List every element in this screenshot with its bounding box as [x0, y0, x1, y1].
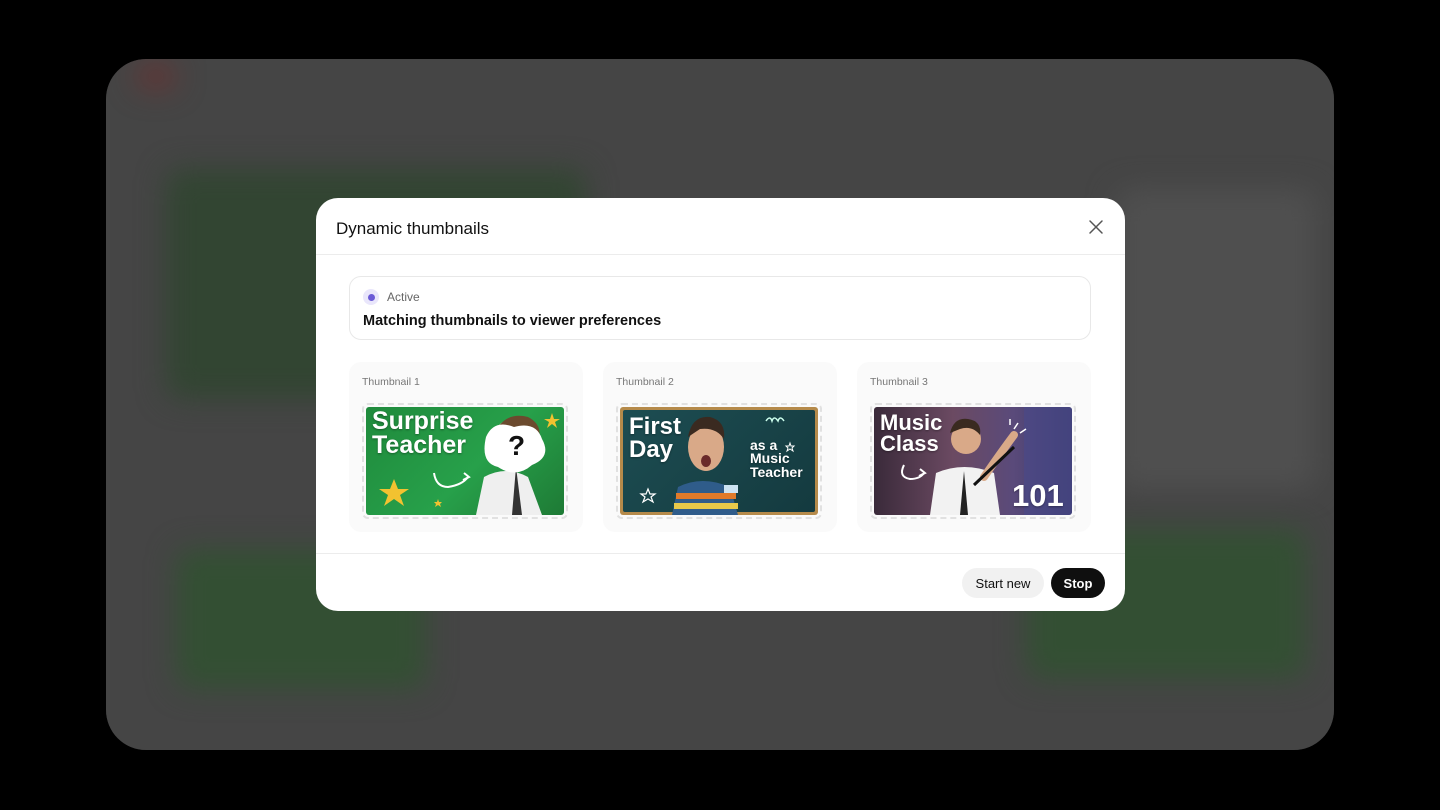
close-icon: [1089, 220, 1103, 234]
dialog-title: Dynamic thumbnails: [336, 219, 490, 238]
dynamic-thumbnails-dialog: Dynamic thumbnails Active Matching thumb…: [316, 198, 1125, 611]
thumbnail-card-2[interactable]: Thumbnail 2 First Day as a Music Teacher: [603, 362, 837, 532]
thumbnail-card-1[interactable]: Thumbnail 1 Surprise Teacher ?: [349, 362, 583, 532]
status-label: Active: [387, 290, 420, 304]
thumbnail-subtitle: as a Music Teacher: [750, 437, 803, 480]
thumbnail-label: Thumbnail 1: [362, 376, 420, 388]
thumbnail-list: Thumbnail 1 Surprise Teacher ? Thumbnail…: [349, 362, 1091, 532]
thumbnail-image-2[interactable]: First Day as a Music Teacher: [616, 403, 822, 519]
dialog-header: Dynamic thumbnails: [316, 198, 1125, 255]
thumbnail-question-mark: ?: [508, 430, 526, 461]
thumbnail-image-3[interactable]: Music Class 101: [870, 403, 1076, 519]
thumbnail-label: Thumbnail 2: [616, 376, 674, 388]
status-card: Active Matching thumbnails to viewer pre…: [349, 276, 1091, 340]
thumbnail-title: Music Class: [880, 410, 943, 456]
status-row: Active: [363, 289, 420, 305]
thumbnail-title: First Day: [629, 413, 682, 463]
dialog-footer: Start new Stop: [316, 553, 1125, 611]
close-button[interactable]: [1087, 218, 1105, 236]
active-status-icon: [363, 289, 379, 305]
thumbnail-card-3[interactable]: Thumbnail 3 Music Class 101: [857, 362, 1091, 532]
thumbnail-title: Surprise Teacher: [372, 407, 474, 459]
stop-button[interactable]: Stop: [1051, 568, 1105, 598]
thumbnail-image-1[interactable]: Surprise Teacher ?: [362, 403, 568, 519]
thumbnail-label: Thumbnail 3: [870, 376, 928, 388]
status-text: Matching thumbnails to viewer preference…: [363, 313, 662, 329]
start-new-button[interactable]: Start new: [962, 568, 1044, 598]
thumbnail-number: 101: [1012, 478, 1064, 513]
